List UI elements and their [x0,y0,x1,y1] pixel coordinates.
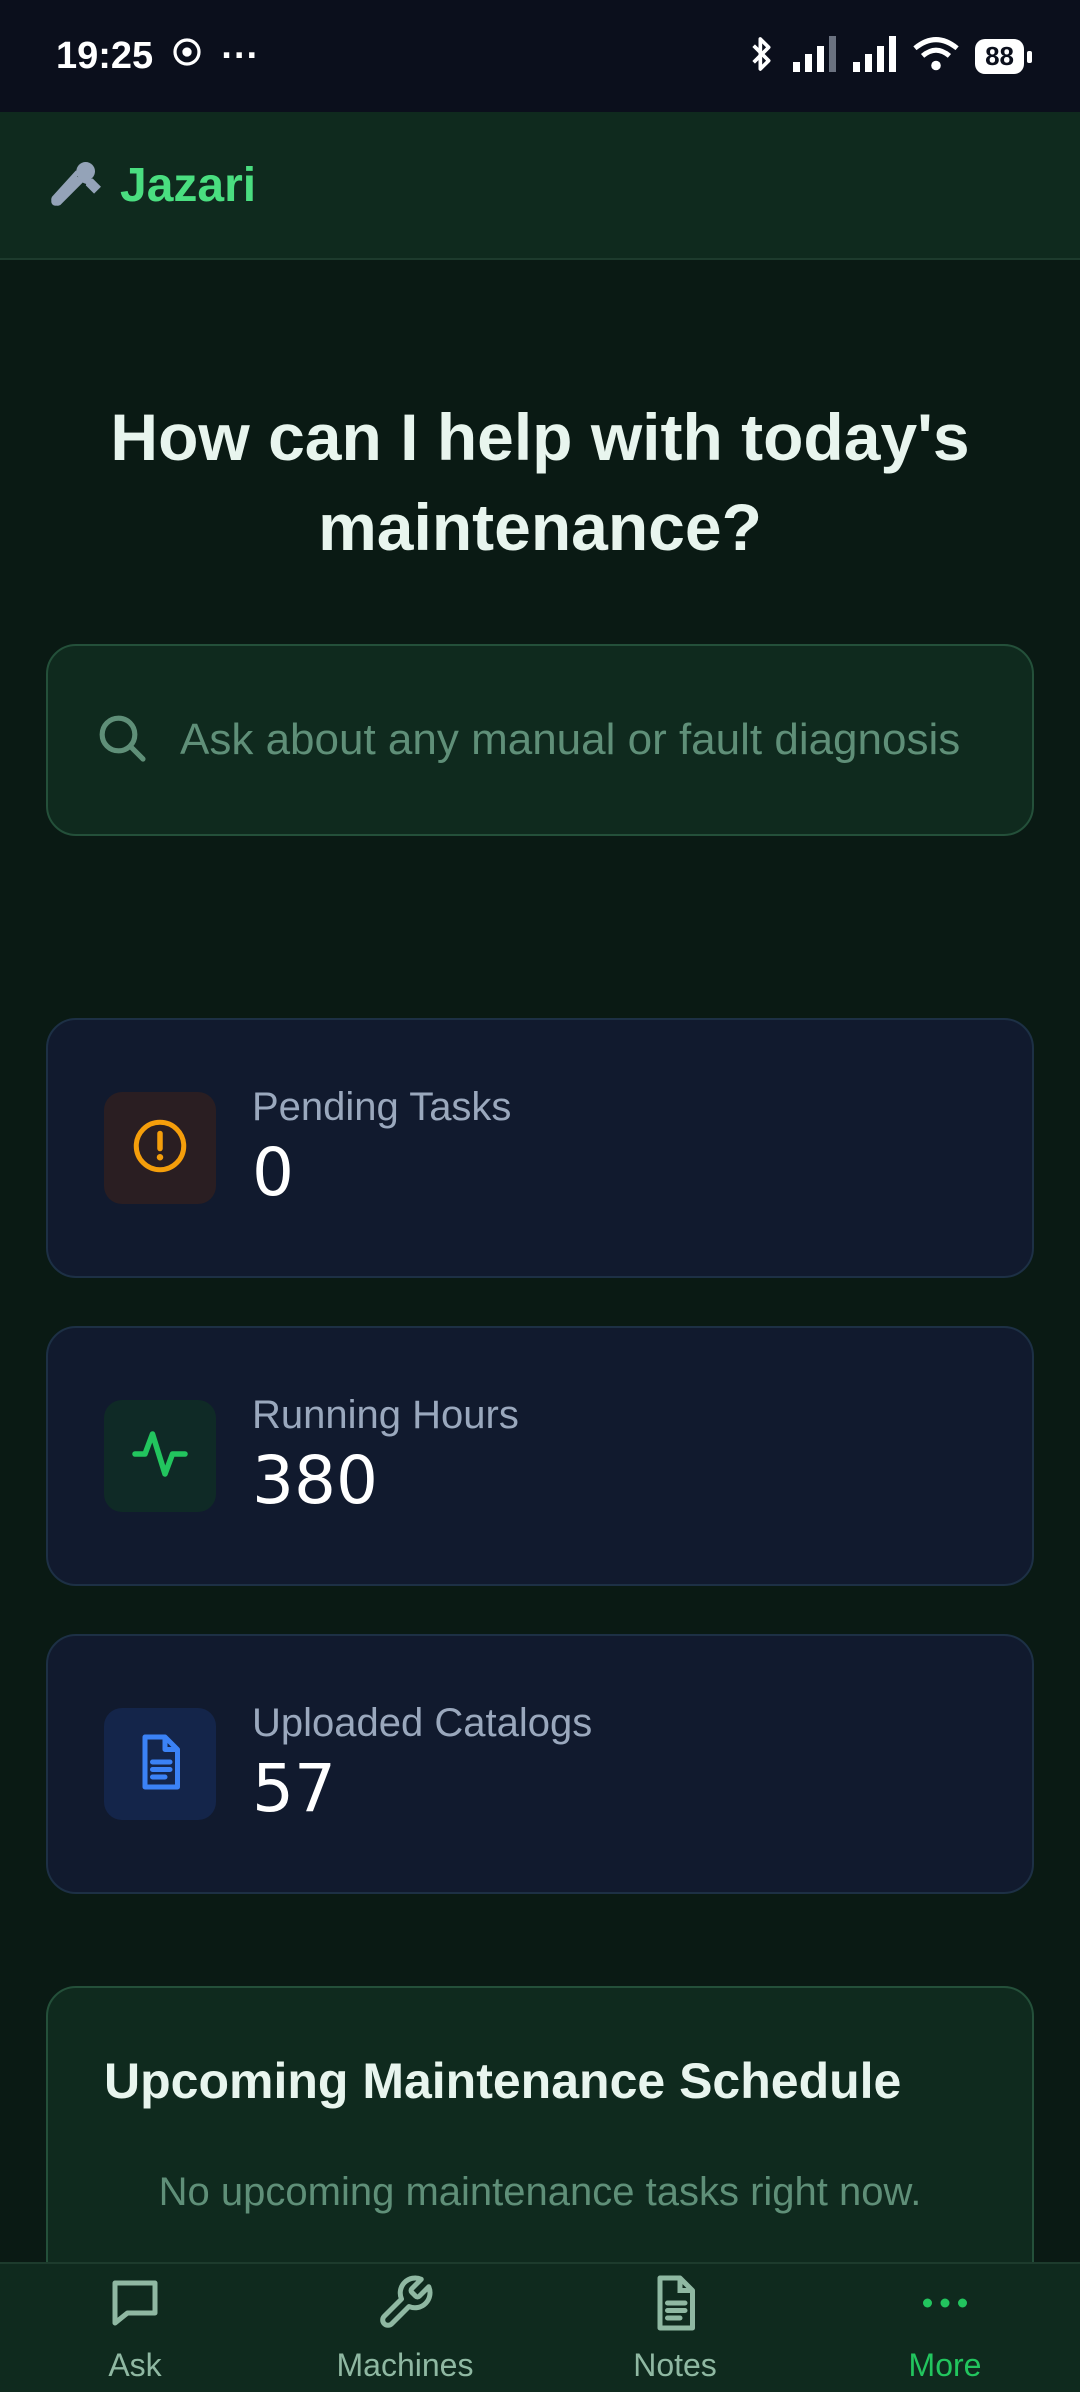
activity-icon [130,1424,190,1489]
schedule-title: Upcoming Maintenance Schedule [104,2053,902,2109]
stat-label: Pending Tasks [252,1085,512,1129]
stat-card-uploaded-catalogs[interactable]: Uploaded Catalogs 57 [46,1634,1034,1894]
signal-icon-2 [853,35,897,77]
stat-text: Pending Tasks 0 [252,1085,511,1211]
search-input[interactable] [180,715,986,765]
stat-card-pending-tasks[interactable]: Pending Tasks 0 [46,1018,1034,1278]
chat-icon [105,2273,165,2341]
app-title: Jazari [120,158,257,212]
alert-circle-icon [130,1116,190,1181]
nav-label: More [908,2346,982,2383]
app-header: Jazari [0,112,1080,260]
hero-title: How can I help with today's maintenance? [110,400,970,564]
status-left: 19:25 ··· [56,35,259,78]
wrench-icon [375,2273,435,2341]
stat-icon-box [104,1400,216,1512]
battery-indicator: 88 [975,38,1032,74]
bluetooth-icon [747,34,777,79]
wrench-icon [46,155,102,216]
nav-label: Machines [336,2346,474,2383]
status-right: 88 [747,34,1032,79]
notes-icon [645,2273,705,2341]
stat-value: 380 [252,1442,378,1519]
stat-icon-box [104,1708,216,1820]
wifi-icon [913,36,959,77]
nav-item-machines[interactable]: Machines [290,2273,520,2384]
stat-label: Uploaded Catalogs [252,1701,593,1745]
signal-icon [793,35,837,77]
nav-label: Notes [633,2346,717,2383]
nav-item-more[interactable]: More [830,2273,1060,2384]
schedule-empty-text: No upcoming maintenance tasks right now. [158,2170,922,2214]
app-screen: 19:25 ··· 88 Jazari How can I help with … [0,0,1080,2392]
nav-item-ask[interactable]: Ask [20,2273,250,2384]
status-bar: 19:25 ··· 88 [0,0,1080,112]
stat-card-running-hours[interactable]: Running Hours 380 [46,1326,1034,1586]
search-box[interactable] [46,644,1034,836]
nav-item-notes[interactable]: Notes [560,2273,790,2384]
chrome-icon [171,35,203,78]
stat-label: Running Hours [252,1393,519,1437]
nav-label: Ask [108,2346,162,2383]
stat-text: Running Hours 380 [252,1393,519,1519]
status-more: ··· [221,34,260,77]
stat-icon-box [104,1092,216,1204]
stat-value: 57 [252,1750,336,1827]
stat-text: Uploaded Catalogs 57 [252,1701,592,1827]
more-icon [915,2273,975,2341]
bottom-nav: Ask Machines Notes More [0,2262,1080,2392]
stat-value: 0 [252,1134,294,1211]
search-icon [94,710,150,771]
status-time: 19:25 [56,34,154,77]
document-icon [130,1732,190,1797]
